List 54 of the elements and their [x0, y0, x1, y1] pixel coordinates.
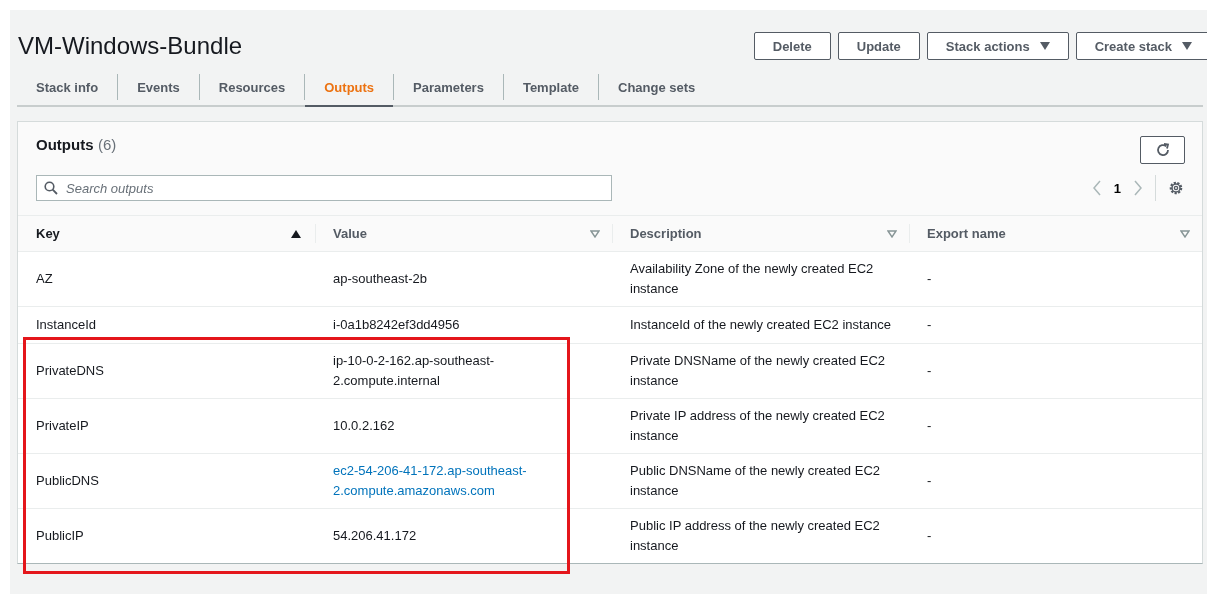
panel-title: Outputs [36, 136, 94, 153]
table-cell-text: ap-southeast-2b [332, 270, 428, 288]
sort-icon[interactable] [590, 229, 600, 238]
table-cell-text: PublicIP [35, 527, 85, 545]
table-cell-text: InstanceId of the newly created EC2 instance [629, 316, 892, 334]
search-field[interactable]: Search outputs [36, 175, 612, 201]
tab[interactable]: Change sets [599, 72, 715, 107]
table-cell-text: - [926, 316, 933, 334]
refresh-button[interactable] [1140, 136, 1185, 164]
table-cell-text: Public IP address of the newly created EC2 instance [629, 517, 881, 555]
table-cell-text: - [926, 362, 933, 380]
table-cell-text: PublicDNS [35, 472, 100, 490]
table-cell-text: Availability Zone of the newly created EC2 instance [629, 260, 875, 298]
table-cell-text: AZ [35, 270, 54, 288]
caret-icon [1182, 42, 1192, 50]
column-header[interactable]: Key [36, 226, 60, 241]
dropdown-button[interactable]: Create stack [1075, 32, 1207, 60]
tab[interactable]: Template [503, 72, 598, 107]
table-cell-text: Private DNSName of the newly created EC2 instance [629, 352, 887, 390]
previous-page-icon[interactable] [1091, 180, 1102, 196]
table-cell-text: i-0a1b8242ef3dd4956 [332, 316, 461, 334]
action-button[interactable]: Delete [753, 32, 831, 60]
table-cell-text: Public DNSName of the newly created EC2 instance [629, 462, 881, 500]
column-header[interactable]: Value [333, 226, 367, 241]
sort-ascending-icon[interactable] [291, 229, 301, 238]
dropdown-button[interactable]: Stack actions [926, 32, 1069, 60]
output-count: (6) [97, 136, 117, 153]
table-cell-text: ip-10-0-2-162.ap-southeast-2.compute.internal [332, 352, 496, 390]
table-cell-text: - [926, 472, 933, 490]
table-cell-text: - [926, 527, 933, 545]
table-cell-text: - [926, 417, 933, 435]
tab[interactable]: Resources [199, 72, 305, 107]
tab[interactable]: Parameters [394, 72, 503, 107]
table-cell-text: PrivateDNS [35, 362, 105, 380]
tab[interactable]: Events [118, 72, 199, 107]
sort-icon[interactable] [887, 229, 897, 238]
value-link[interactable]: ec2-54-206-41-172.ap-southeast-2.compute.amazonaws.com [315, 454, 612, 508]
column-header[interactable]: Export name [927, 226, 1006, 241]
next-page-icon[interactable] [1133, 180, 1143, 196]
table-cell-text: - [926, 270, 933, 288]
table-cell-text: 54.206.41.172 [332, 527, 418, 545]
settings-icon[interactable] [1168, 180, 1184, 196]
table-cell-text: PrivateIP [35, 417, 90, 435]
page-number[interactable]: 1 [1113, 180, 1121, 196]
refresh-icon [1154, 142, 1171, 158]
caret-icon [1039, 42, 1050, 50]
table-cell-text: InstanceId [35, 316, 97, 334]
sort-icon[interactable] [1180, 229, 1190, 238]
table-cell-text: Private IP address of the newly created EC2 instance [629, 407, 886, 445]
tab[interactable]: Stack info [17, 72, 118, 107]
table-cell-text: 10.0.2.162 [332, 417, 396, 435]
column-header[interactable]: Description [630, 226, 702, 241]
stack-title: VM-Windows-Bundle [18, 32, 243, 60]
action-button[interactable]: Update [837, 32, 920, 60]
